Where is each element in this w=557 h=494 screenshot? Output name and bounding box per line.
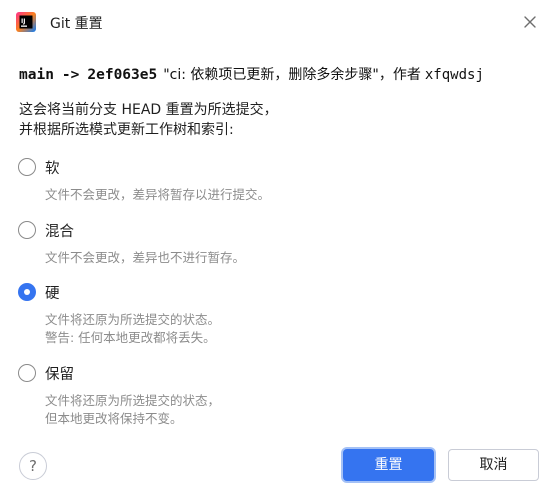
option-keep-hint-2: 但本地更改将保持不变。 — [45, 411, 183, 426]
reset-description: 这会将当前分支 HEAD 重置为所选提交， 并根据所选模式更新工作树和索引: — [19, 100, 278, 140]
branch-name: main — [19, 67, 54, 83]
reset-button[interactable]: 重置 — [343, 449, 434, 481]
commit-author: xfqwdsj — [424, 67, 484, 83]
option-hard-label[interactable]: 硬 — [45, 282, 60, 303]
option-hard-warning: 警告: 任何本地更改都将丢失。 — [45, 330, 216, 345]
close-icon[interactable] — [521, 13, 539, 31]
option-keep-hint: 文件将还原为所选提交的状态， — [45, 393, 221, 408]
radio-mixed[interactable] — [18, 221, 36, 239]
window-title: Git 重置 — [50, 16, 103, 32]
description-line: 这会将当前分支 HEAD 重置为所选提交， — [19, 102, 278, 118]
option-hard-hint: 文件将还原为所选提交的状态。 — [45, 312, 221, 327]
radio-hard[interactable] — [18, 283, 36, 301]
option-soft-hint: 文件不会更改，差异将暂存以进行提交。 — [45, 187, 271, 202]
cancel-button[interactable]: 取消 — [448, 449, 539, 481]
title-bar: IJ Git 重置 — [0, 0, 557, 44]
arrow-text: -> — [61, 67, 80, 83]
option-mixed-label[interactable]: 混合 — [45, 220, 74, 241]
commit-summary: main -> 2ef063e5 "ci: 依赖项已更新，删除多余步骤"，作者 … — [19, 64, 549, 84]
option-keep-label[interactable]: 保留 — [45, 363, 74, 384]
radio-keep[interactable] — [18, 364, 36, 382]
commit-message: "ci: 依赖项已更新，删除多余步骤"，作者 — [163, 67, 421, 83]
commit-hash: 2ef063e5 — [87, 67, 158, 83]
help-button[interactable]: ? — [19, 452, 47, 480]
radio-soft[interactable] — [18, 158, 36, 176]
intellij-idea-icon: IJ — [16, 12, 36, 32]
option-soft-label[interactable]: 软 — [45, 157, 60, 178]
svg-text:IJ: IJ — [21, 18, 25, 25]
option-mixed-hint: 文件不会更改，差异也不进行暂存。 — [45, 250, 246, 265]
description-line: 并根据所选模式更新工作树和索引: — [19, 122, 234, 138]
git-reset-dialog: IJ Git 重置 main -> 2ef063e5 "ci: 依赖项已更新，删… — [0, 0, 557, 494]
